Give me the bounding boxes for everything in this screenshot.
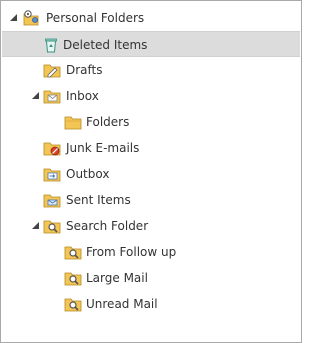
- tree-item-label: Junk E-mails: [66, 141, 140, 155]
- collapse-arrow-icon[interactable]: [31, 221, 40, 230]
- tree-item-label: Sent Items: [66, 193, 131, 207]
- tree-item-personal-folders[interactable]: Personal Folders: [2, 5, 300, 31]
- search-folder-icon: [64, 298, 82, 312]
- personal-folders-icon: [23, 10, 39, 26]
- tree-item-label: Large Mail: [86, 271, 148, 285]
- tree-item-unread-mail[interactable]: Unread Mail: [2, 291, 300, 317]
- search-folder-icon: [43, 220, 61, 234]
- recycle-bin-icon: [45, 38, 57, 53]
- tree-item-sent-items[interactable]: Sent Items: [2, 187, 300, 213]
- tree-item-outbox[interactable]: Outbox: [2, 161, 300, 187]
- tree-item-label: Inbox: [66, 89, 99, 103]
- drafts-folder-icon: [43, 64, 61, 78]
- search-folder-icon: [64, 246, 82, 260]
- tree-item-drafts[interactable]: Drafts: [2, 57, 300, 83]
- tree-item-label: Drafts: [66, 63, 103, 77]
- outbox-folder-icon: [43, 168, 61, 182]
- tree-item-label: Personal Folders: [46, 11, 145, 25]
- tree-item-junk-emails[interactable]: Junk E-mails: [2, 135, 300, 161]
- tree-item-inbox[interactable]: Inbox: [2, 83, 300, 109]
- collapse-arrow-icon[interactable]: [31, 91, 40, 100]
- sent-folder-icon: [43, 194, 61, 208]
- tree-item-from-follow-up[interactable]: From Follow up: [2, 239, 300, 265]
- search-folder-icon: [64, 272, 82, 286]
- tree-item-label: Deleted Items: [63, 38, 148, 52]
- folder-icon: [64, 116, 82, 130]
- tree-item-label: Unread Mail: [86, 297, 158, 311]
- tree-item-label: Folders: [86, 115, 130, 129]
- folder-tree-panel: Personal Folders Deleted Items Drafts In…: [0, 0, 302, 343]
- tree-item-label: Search Folder: [66, 219, 149, 233]
- tree-item-label: From Follow up: [86, 245, 177, 259]
- tree-item-large-mail[interactable]: Large Mail: [2, 265, 300, 291]
- tree-item-folders[interactable]: Folders: [2, 109, 300, 135]
- junk-folder-icon: [43, 142, 61, 156]
- tree-item-deleted-items[interactable]: Deleted Items: [2, 31, 300, 57]
- collapse-arrow-icon[interactable]: [9, 13, 18, 22]
- inbox-folder-icon: [43, 90, 61, 104]
- tree-item-search-folder[interactable]: Search Folder: [2, 213, 300, 239]
- tree-item-label: Outbox: [66, 167, 110, 181]
